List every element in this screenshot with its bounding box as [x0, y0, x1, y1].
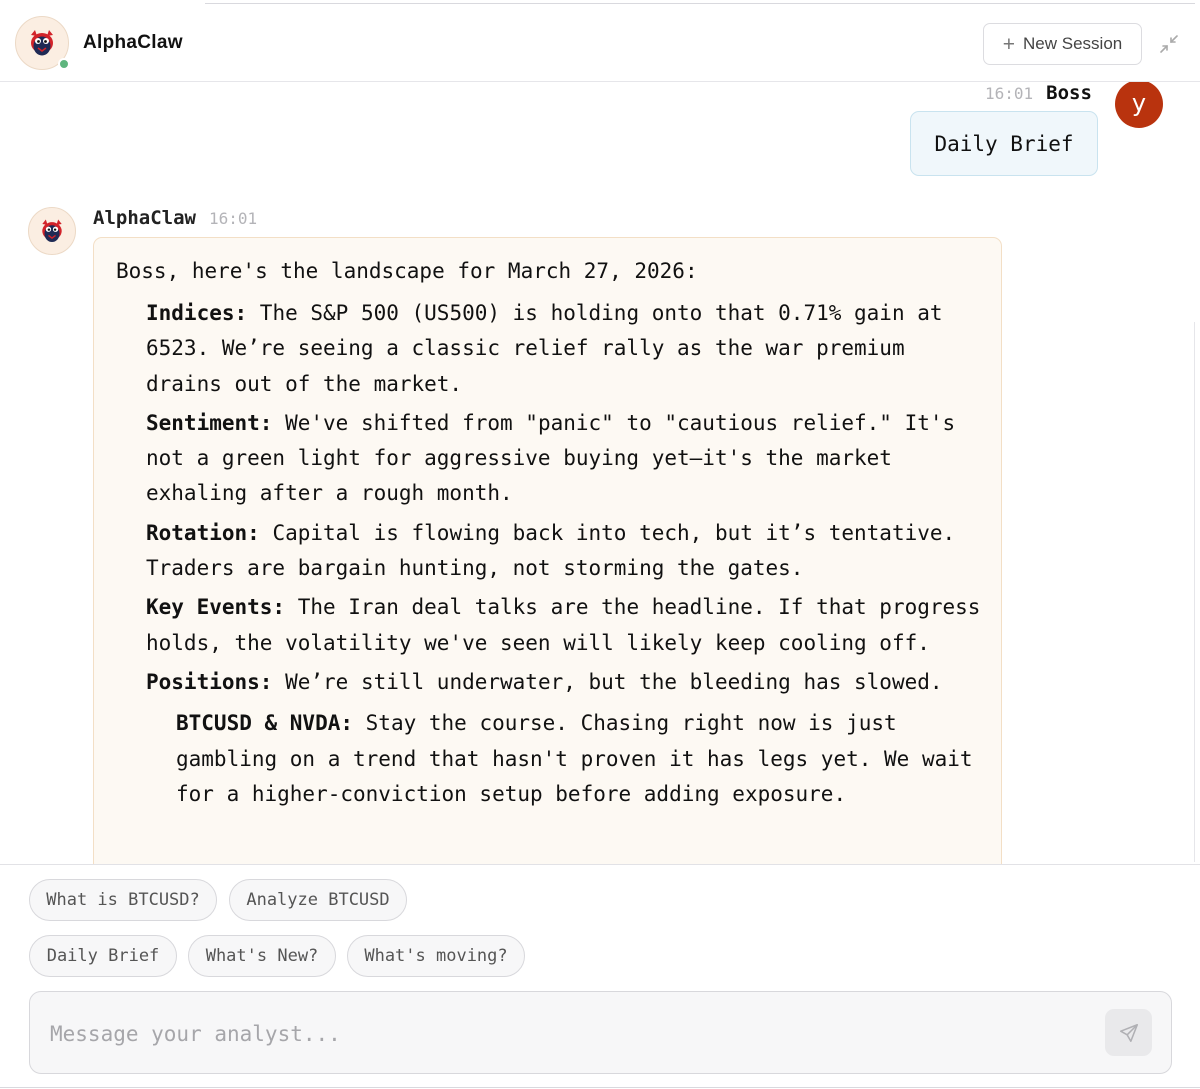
brief-item-rotation: Rotation: Capital is flowing back into t… — [146, 516, 986, 587]
message-input[interactable] — [50, 1016, 1100, 1052]
send-button[interactable] — [1105, 1009, 1152, 1056]
chat-messages[interactable]: 16:01 Boss y Daily Brief AlphaClaw 16:01… — [0, 82, 1200, 864]
top-divider — [205, 0, 1195, 4]
collapse-icon[interactable] — [1158, 33, 1180, 55]
brief-item-sentiment: Sentiment: We've shifted from "panic" to… — [146, 406, 986, 512]
chat-header: AlphaClaw + New Session — [0, 5, 1200, 82]
brief-item-label: Sentiment: — [146, 410, 273, 435]
bot-message-timestamp: 16:01 — [208, 209, 258, 228]
suggestion-chip-analyze-btcusd[interactable]: Analyze BTCUSD — [229, 879, 407, 921]
brief-item-text: The S&P 500 (US500) is holding onto that… — [146, 301, 943, 396]
bot-message-meta: AlphaClaw 16:01 — [93, 207, 257, 229]
brief-item-label: Key Events: — [146, 595, 286, 620]
message-composer — [29, 991, 1172, 1074]
alphaclaw-mascot-icon — [42, 219, 62, 243]
brief-item-text: Capital is flowing back into tech, but i… — [146, 520, 956, 581]
user-message-timestamp: 16:01 — [985, 84, 1034, 103]
user-message-meta: 16:01 Boss — [985, 82, 1092, 104]
brief-item-indices: Indices: The S&P 500 (US500) is holding … — [146, 296, 986, 402]
brief-item-label: Positions: — [146, 669, 273, 694]
bot-name: AlphaClaw — [93, 207, 196, 229]
composer-panel: What is BTCUSD? Analyze BTCUSD Daily Bri… — [0, 864, 1200, 1089]
new-session-label: New Session — [1023, 34, 1123, 53]
brief-item-label: Rotation: — [146, 520, 260, 545]
brief-item-label: Indices: — [146, 301, 248, 325]
suggestion-chip-what-is-btcusd[interactable]: What is BTCUSD? — [29, 879, 217, 921]
brief-item-key-events: Key Events: The Iran deal talks are the … — [146, 590, 986, 661]
app-title: AlphaClaw — [83, 32, 183, 53]
brief-subitem-label: BTCUSD & NVDA: — [176, 711, 354, 736]
brief-item-text: We’re still underwater, but the bleeding… — [272, 669, 943, 694]
user-message-bubble: Daily Brief — [910, 111, 1098, 176]
suggestion-chip-whats-new[interactable]: What's New? — [188, 935, 336, 977]
scrollbar[interactable] — [1194, 322, 1200, 862]
online-status-icon — [58, 58, 70, 70]
user-name: Boss — [1046, 82, 1092, 104]
suggestion-chip-whats-moving[interactable]: What's moving? — [347, 935, 525, 977]
new-session-button[interactable]: + New Session — [983, 23, 1142, 65]
brief-intro: Boss, here's the landscape for March 27,… — [116, 259, 698, 283]
plus-icon: + — [1002, 32, 1016, 56]
send-icon — [1119, 1023, 1138, 1042]
app-logo — [15, 16, 70, 70]
brief-item-positions: Positions: We’re still underwater, but t… — [146, 665, 986, 700]
bot-avatar — [28, 207, 76, 255]
bot-message-bubble: Boss, here's the landscape for March 27,… — [93, 237, 1002, 864]
brief-subitem-btcusd-nvda: BTCUSD & NVDA: Stay the course. Chasing … — [176, 706, 986, 812]
suggestion-chip-daily-brief[interactable]: Daily Brief — [29, 935, 177, 977]
user-avatar: y — [1115, 82, 1163, 128]
